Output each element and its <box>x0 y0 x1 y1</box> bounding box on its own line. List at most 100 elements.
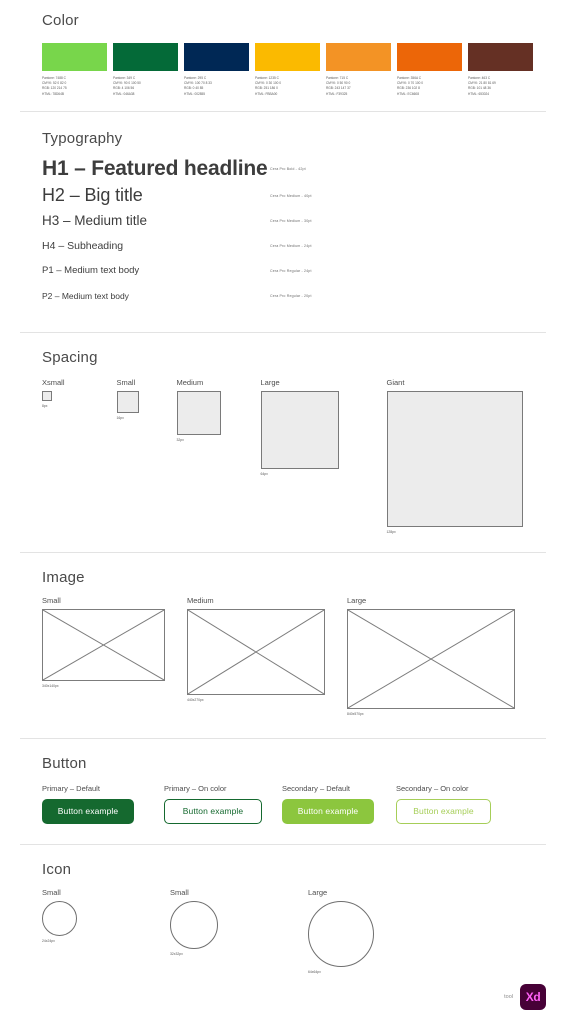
typography-section: Typography H1 – Featured headline Cera Pr… <box>0 112 566 332</box>
spacing-item: Small 16px <box>116 377 139 420</box>
color-swatch[interactable]: Pantone: 295 C CMYK: 100 70 8 33 RGB: 0 40… <box>184 43 249 97</box>
spacing-box <box>386 390 523 527</box>
image-row: Small 340x140px Medium 440x270px Large 840x57… <box>42 596 524 716</box>
icon-section-title: Icon <box>42 860 72 878</box>
button-row: Primary – Default Button example Primary –… <box>42 784 524 824</box>
html-value: HTML: EC6608 <box>397 91 419 96</box>
image-size: 840x570px <box>347 711 364 716</box>
image-placeholder <box>187 608 325 695</box>
button-section: Button Primary – Default Button example Pr… <box>0 739 566 844</box>
typography-sample: H3 – Medium title <box>42 213 148 229</box>
button-item: Primary – On color Button example <box>164 784 262 824</box>
button-variant-label: Secondary – Default <box>282 783 350 793</box>
icon-item: Small 32x32px <box>170 888 218 956</box>
icon-label: Small <box>170 887 189 897</box>
html-value: HTML: 002855 <box>184 91 206 96</box>
spacing-box <box>260 390 339 469</box>
typography-spec: Cera Pro Medium - 30pt <box>270 218 312 223</box>
color-swatch[interactable]: Pantone: 356A C CMYK: 0 70 100 0 RGB: 236 … <box>397 43 462 97</box>
image-placeholder <box>42 608 165 681</box>
image-cross-icon <box>348 609 514 708</box>
spacing-size: 64px <box>260 471 268 476</box>
spacing-section: Spacing Xsmall 8px Small 16px Medium 32px Larg… <box>0 333 566 552</box>
icon-label: Large <box>308 887 328 897</box>
typography-spec: Cera Pro Medium - 40pt <box>270 193 312 198</box>
typography-row: H2 – Big title Cera Pro Medium - 40pt <box>42 185 524 207</box>
typography-spec: Cera Pro Medium - 24pt <box>270 243 312 248</box>
color-swatch[interactable]: Pantone: 349 C CMYK: 90 0 100 50 RGB: 4 10… <box>113 43 178 97</box>
adobe-xd-icon: Xd <box>520 984 546 1010</box>
image-label: Small <box>42 595 61 605</box>
typography-spec: Cera Pro Regular - 24pt <box>270 268 312 273</box>
button-variant-label: Primary – Default <box>42 783 100 793</box>
color-chip[interactable] <box>326 43 391 71</box>
example-button[interactable]: Button example <box>282 798 374 824</box>
typography-sample: P2 – Medium text body <box>42 290 129 301</box>
button-item: Secondary – Default Button example <box>282 784 374 824</box>
circle-icon <box>170 900 218 949</box>
spacing-size: 32px <box>176 437 184 442</box>
typography-sample: H4 – Subheading <box>42 239 124 252</box>
spacing-box <box>42 390 52 401</box>
icon-size: 24x24px <box>42 938 55 943</box>
typography-spec: Cera Pro Regular - 20pt <box>270 293 312 298</box>
typography-row: H1 – Featured headline Cera Pro Bold - 42… <box>42 157 524 181</box>
icon-section: Icon Small 24x24px Small 32x32px Large 64x64p… <box>0 845 566 984</box>
html-value: HTML: 78D64B <box>42 91 64 96</box>
color-swatch[interactable]: Pantone: 715 C CMYK: 0 50 90 0 RGB: 243 14… <box>326 43 391 97</box>
icon-item: Large 64x64px <box>308 888 374 974</box>
spacing-size: 8px <box>42 403 48 408</box>
spacing-size: 16px <box>116 415 124 420</box>
example-button[interactable]: Button example <box>42 798 134 824</box>
typography-row: H4 – Subheading Cera Pro Medium - 24pt <box>42 235 524 257</box>
color-chip[interactable] <box>255 43 320 71</box>
color-meta: Pantone: 715 C CMYK: 0 50 90 0 RGB: 243 14… <box>326 76 391 97</box>
color-swatch[interactable]: Pantone: 1235 C CMYK: 0 30 100 0 RGB: 251 … <box>255 43 320 97</box>
spacing-label: Xsmall <box>42 377 65 387</box>
style-guide-page: Color Pantone: 7488 C CMYK: 52 0 82 0 RGB:… <box>0 0 566 1024</box>
icon-row: Small 24x24px Small 32x32px Large 64x64px <box>42 888 524 974</box>
color-swatch-row: Pantone: 7488 C CMYK: 52 0 82 0 RGB: 120 2… <box>42 43 533 97</box>
color-swatch[interactable]: Pantone: 7488 C CMYK: 52 0 82 0 RGB: 120 2… <box>42 43 107 97</box>
spacing-label: Small <box>116 377 136 387</box>
image-size: 340x140px <box>42 683 59 688</box>
image-item: Small 340x140px <box>42 596 165 688</box>
button-section-title: Button <box>42 754 87 772</box>
color-chip[interactable] <box>468 43 533 71</box>
spacing-item: Xsmall 8px <box>42 378 65 408</box>
typography-row: P2 – Medium text body Cera Pro Regular - … <box>42 285 524 307</box>
button-item: Primary – Default Button example <box>42 784 134 824</box>
circle-icon <box>308 900 374 967</box>
icon-label: Small <box>42 887 61 897</box>
color-section: Color Pantone: 7488 C CMYK: 52 0 82 0 RGB:… <box>0 0 566 111</box>
image-cross-icon <box>188 609 324 694</box>
spacing-item: Medium 32px <box>176 378 221 442</box>
icon-size: 32x32px <box>170 951 183 956</box>
spacing-box <box>116 390 139 413</box>
color-swatch[interactable]: Pantone: 463 C CMYK: 21 80 81 69 RGB: 101 … <box>468 43 533 97</box>
icon-size: 64x64px <box>308 969 321 974</box>
example-button[interactable]: Button example <box>396 798 491 824</box>
button-variant-label: Secondary – On color <box>396 783 469 793</box>
spacing-section-title: Spacing <box>42 348 98 366</box>
spacing-box <box>176 390 221 435</box>
example-button[interactable]: Button example <box>164 798 262 824</box>
html-value: HTML: 046A38 <box>113 91 135 96</box>
color-meta: Pantone: 463 C CMYK: 21 80 81 69 RGB: 101 … <box>468 76 533 97</box>
color-chip[interactable] <box>184 43 249 71</box>
color-section-title: Color <box>42 12 79 29</box>
color-chip[interactable] <box>113 43 178 71</box>
typography-section-title: Typography <box>42 129 123 147</box>
spacing-label: Giant <box>386 377 405 387</box>
typography-rows: H1 – Featured headline Cera Pro Bold - 42… <box>42 157 524 307</box>
button-variant-label: Primary – On color <box>164 783 227 793</box>
image-item: Medium 440x270px <box>187 596 325 702</box>
image-label: Large <box>347 595 367 605</box>
tool-area: tool Xd <box>504 984 546 1010</box>
typography-row: P1 – Medium text body Cera Pro Regular - … <box>42 260 524 282</box>
typography-row: H3 – Medium title Cera Pro Medium - 30pt <box>42 210 524 232</box>
color-chip[interactable] <box>42 43 107 71</box>
icon-item: Small 24x24px <box>42 888 77 943</box>
tool-label: tool <box>504 994 513 1000</box>
color-chip[interactable] <box>397 43 462 71</box>
